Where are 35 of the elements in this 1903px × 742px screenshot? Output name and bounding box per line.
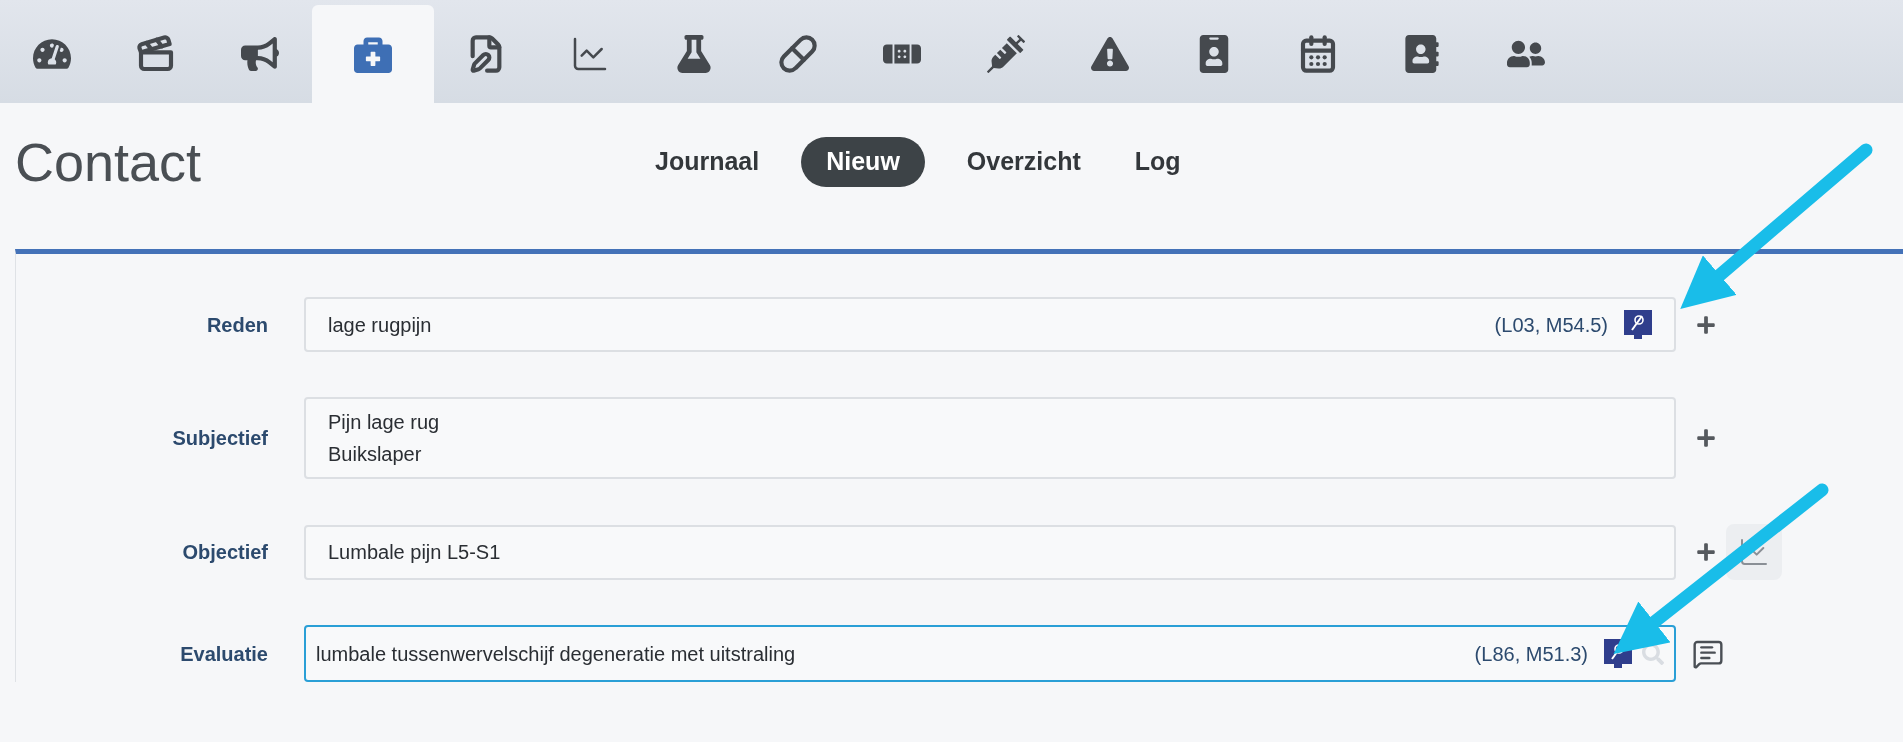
- plus-icon: [1696, 314, 1716, 335]
- field-text: Lumbale pijn L5-S1: [328, 540, 502, 565]
- diagnosis-code: (L03, M54.5): [1494, 312, 1608, 338]
- nav-tab[interactable]: Log: [1122, 137, 1193, 187]
- field-text: Buikslaper: [328, 442, 423, 467]
- field-text: Pijn lage rug: [328, 410, 441, 435]
- monitor-icon[interactable]: [1624, 309, 1652, 340]
- diagnosis-code: (L86, M51.3): [1474, 641, 1588, 667]
- nav-tab[interactable]: Journaal: [643, 137, 772, 187]
- pill-icon: [778, 34, 818, 74]
- toolbar-tab[interactable]: [312, 5, 434, 103]
- text-field[interactable]: lage rugpijn (L03, M54.5): [304, 297, 1676, 352]
- warning-icon: [1091, 35, 1129, 73]
- nav-tab[interactable]: Nieuw: [801, 137, 925, 187]
- plus-icon: [1696, 428, 1716, 448]
- page-title: Contact: [15, 135, 203, 189]
- plus-icon: [1696, 542, 1716, 562]
- text-field[interactable]: Lumbale pijn L5-S1: [304, 524, 1676, 580]
- field-text: lumbale tussenwervelschijf degeneratie met uitstraling: [316, 641, 797, 667]
- syringe-icon: [987, 35, 1025, 73]
- field-label: Objectief: [181, 540, 268, 565]
- clapperboard-icon: [136, 34, 176, 74]
- flask-icon: [675, 35, 713, 73]
- text-field[interactable]: lumbale tussenwervelschijf degeneratie met uitstraling (L86, M51.3): [304, 625, 1676, 682]
- megaphone-icon: [241, 35, 279, 73]
- field-label: Evaluatie: [179, 641, 268, 667]
- field-label: Reden: [205, 312, 268, 338]
- field-text: lage rugpijn: [328, 312, 433, 338]
- address-book-icon: [1403, 35, 1441, 73]
- field-label: Subjectief: [171, 426, 268, 451]
- medical-case-icon: [354, 35, 392, 73]
- text-field[interactable]: Pijn lage rug Buikslaper: [304, 397, 1676, 479]
- nav-tab[interactable]: Overzicht: [954, 137, 1093, 187]
- calendar-icon: [1298, 34, 1338, 74]
- line-chart-icon: [1738, 536, 1770, 568]
